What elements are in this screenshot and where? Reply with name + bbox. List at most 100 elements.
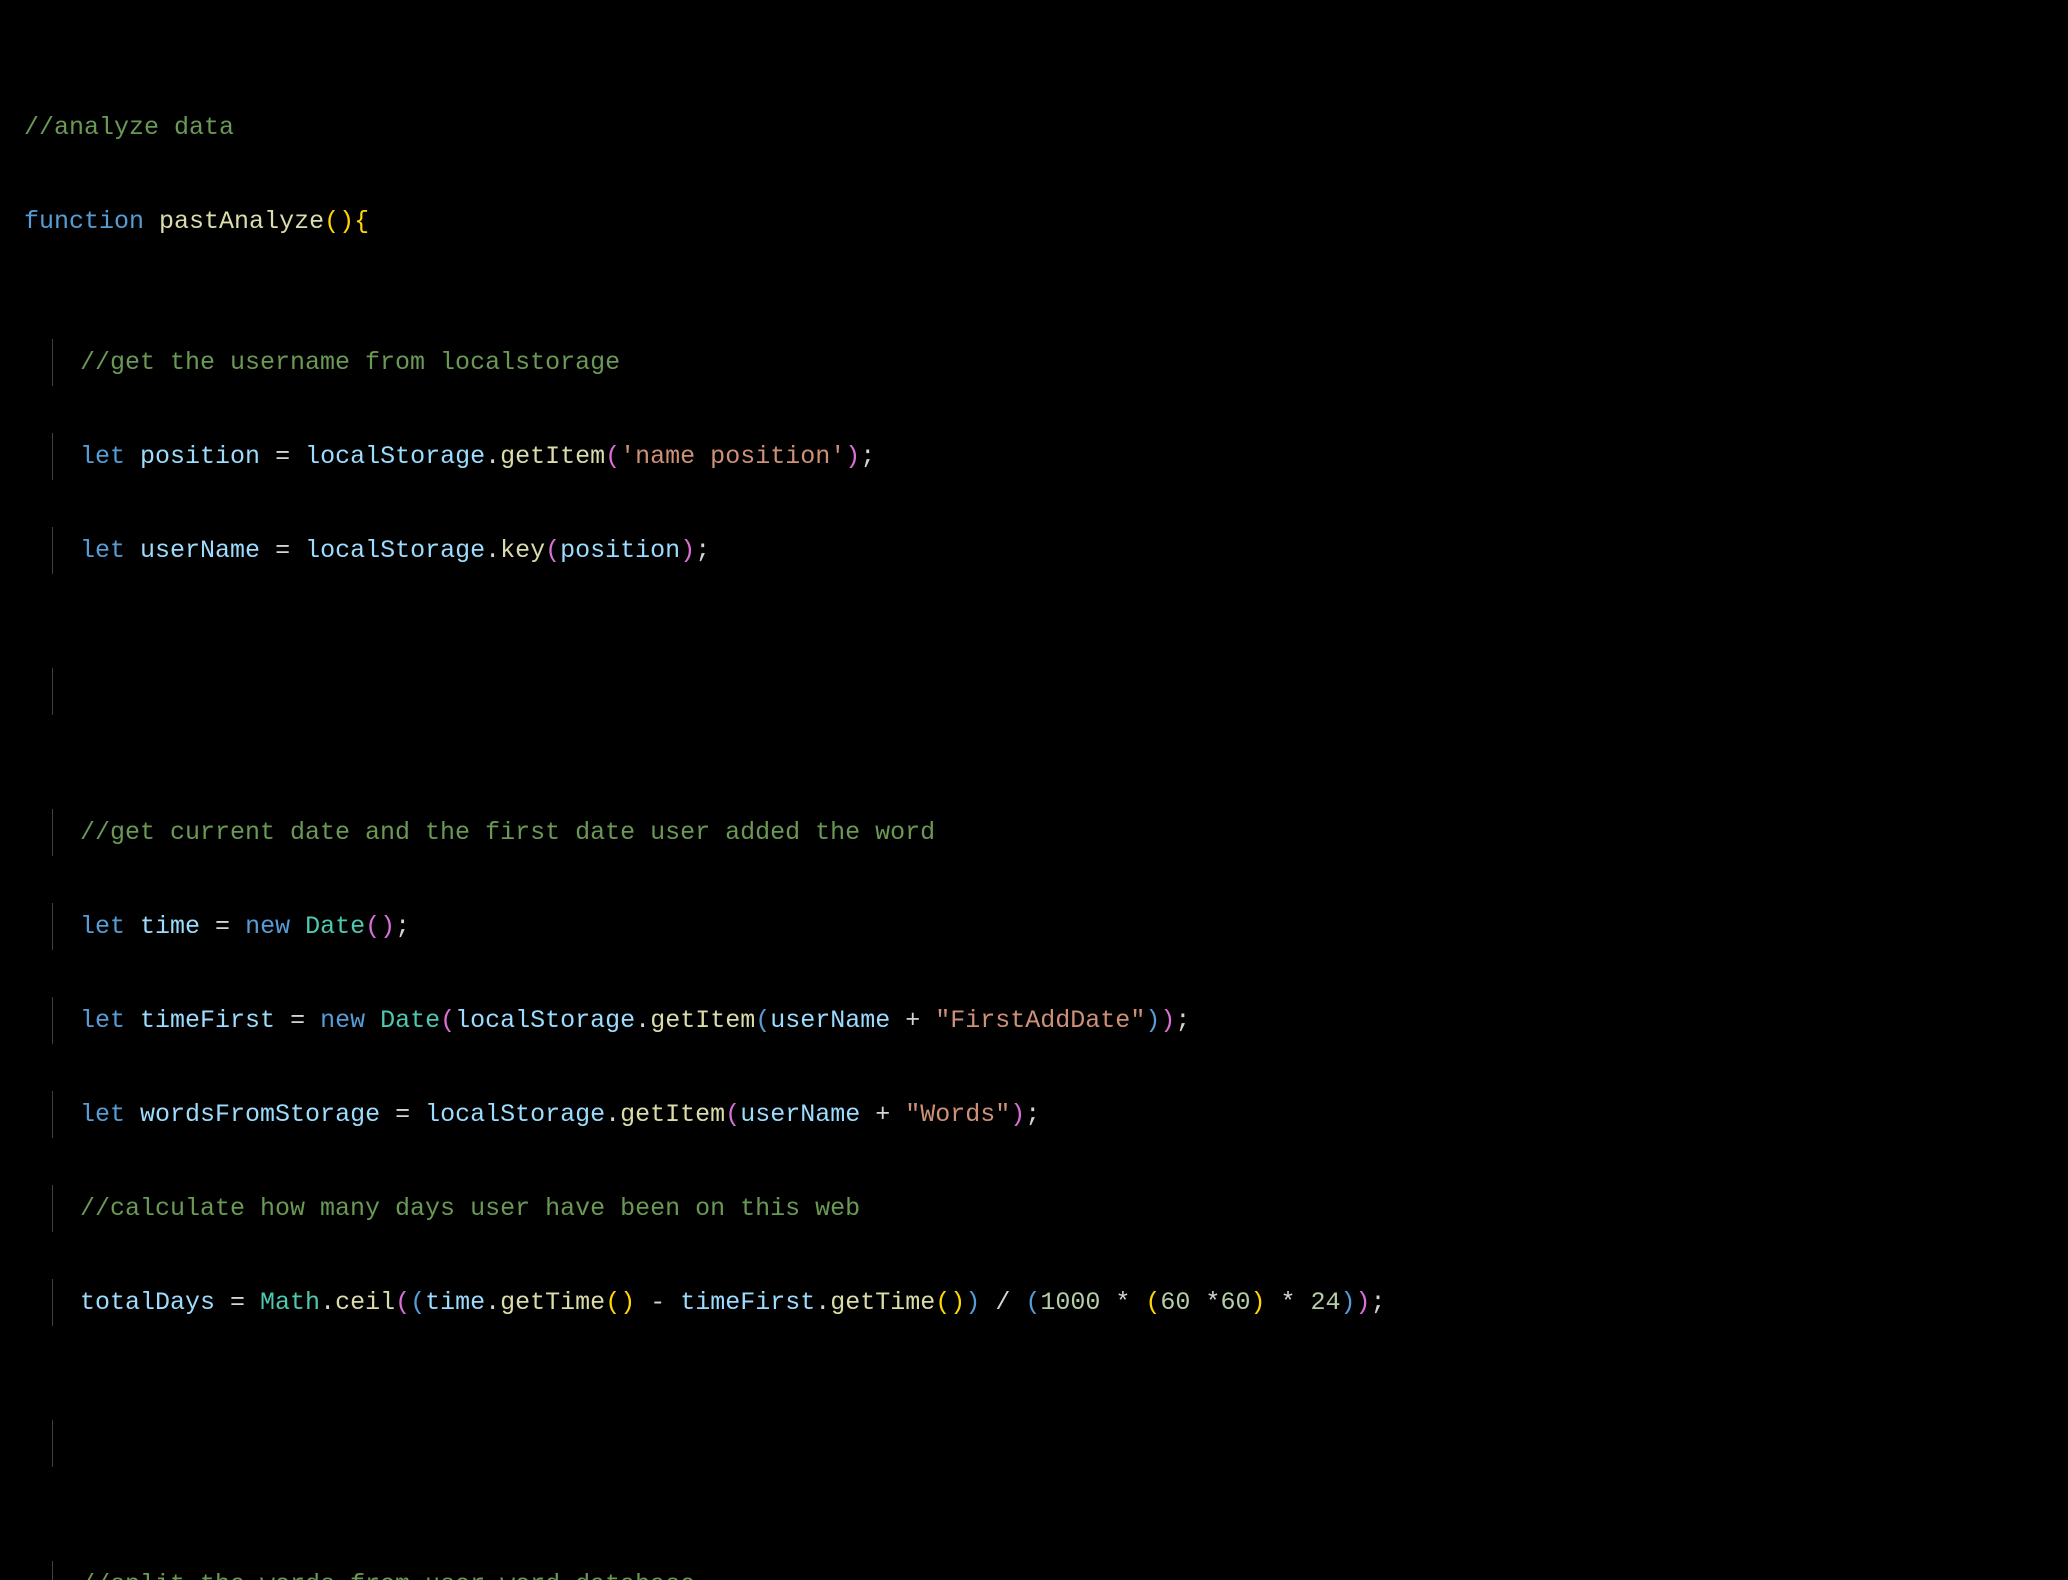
paren: ( bbox=[605, 442, 620, 471]
code-line: totalDays = Math.ceil((time.getTime() - … bbox=[24, 1279, 2068, 1326]
identifier: userName bbox=[770, 1006, 890, 1035]
code-line: //get current date and the first date us… bbox=[24, 809, 2068, 856]
paren: ) bbox=[1250, 1288, 1265, 1317]
punct: * bbox=[1190, 1288, 1220, 1317]
classname: Math bbox=[260, 1288, 320, 1317]
identifier: userName bbox=[140, 536, 260, 565]
classname: Date bbox=[380, 1006, 440, 1035]
string: 'name position' bbox=[620, 442, 845, 471]
code-line: let time = new Date(); bbox=[24, 903, 2068, 950]
keyword-let: let bbox=[80, 442, 125, 471]
punct: . bbox=[485, 536, 500, 565]
identifier: localStorage bbox=[305, 442, 485, 471]
punct: ; bbox=[1025, 1100, 1040, 1129]
method: getTime bbox=[830, 1288, 935, 1317]
paren: ( bbox=[1025, 1288, 1040, 1317]
paren: ( bbox=[1145, 1288, 1160, 1317]
code-line: function pastAnalyze(){ bbox=[24, 198, 2068, 245]
code-editor[interactable]: //analyze data function pastAnalyze(){ /… bbox=[0, 0, 2068, 1580]
brace: { bbox=[354, 207, 369, 236]
string: "Words" bbox=[905, 1100, 1010, 1129]
paren: ) bbox=[1341, 1288, 1356, 1317]
punct: ; bbox=[695, 536, 710, 565]
punct: * bbox=[1100, 1288, 1145, 1317]
identifier: timeFirst bbox=[680, 1288, 815, 1317]
paren: ( bbox=[395, 1288, 410, 1317]
punct: = bbox=[260, 442, 305, 471]
paren: ) bbox=[965, 1288, 980, 1317]
paren: ) bbox=[1160, 1006, 1175, 1035]
paren: ) bbox=[1356, 1288, 1371, 1317]
keyword-function: function bbox=[24, 207, 144, 236]
classname: Date bbox=[305, 912, 365, 941]
paren: ( bbox=[545, 536, 560, 565]
code-line: //split the words from user word databas… bbox=[24, 1561, 2068, 1580]
punct: - bbox=[635, 1288, 680, 1317]
method: getItem bbox=[650, 1006, 755, 1035]
punct: . bbox=[635, 1006, 650, 1035]
punct: ; bbox=[1175, 1006, 1190, 1035]
code-line: let userName = localStorage.key(position… bbox=[24, 527, 2068, 574]
punct: = bbox=[260, 536, 305, 565]
paren: ( bbox=[410, 1288, 425, 1317]
identifier: totalDays bbox=[80, 1288, 215, 1317]
function-name: pastAnalyze bbox=[159, 207, 324, 236]
punct: ; bbox=[395, 912, 410, 941]
blank-line bbox=[24, 668, 2068, 715]
comment: //analyze data bbox=[24, 113, 234, 142]
punct: / bbox=[980, 1288, 1025, 1317]
keyword-new: new bbox=[245, 912, 290, 941]
punct: . bbox=[320, 1288, 335, 1317]
punct: * bbox=[1265, 1288, 1310, 1317]
comment: //get the username from localstorage bbox=[80, 348, 620, 377]
punct: = bbox=[380, 1100, 425, 1129]
number: 1000 bbox=[1040, 1288, 1100, 1317]
punct: ; bbox=[1371, 1288, 1386, 1317]
paren: ( bbox=[440, 1006, 455, 1035]
paren: () bbox=[605, 1288, 635, 1317]
blank-line bbox=[24, 1420, 2068, 1467]
punct: + bbox=[860, 1100, 905, 1129]
identifier: localStorage bbox=[305, 536, 485, 565]
identifier: localStorage bbox=[455, 1006, 635, 1035]
keyword-let: let bbox=[80, 912, 125, 941]
punct: + bbox=[890, 1006, 935, 1035]
punct: . bbox=[605, 1100, 620, 1129]
code-line: //analyze data bbox=[24, 104, 2068, 151]
comment: //get current date and the first date us… bbox=[80, 818, 935, 847]
code-line: //calculate how many days user have been… bbox=[24, 1185, 2068, 1232]
punct: = bbox=[215, 1288, 260, 1317]
paren: () bbox=[935, 1288, 965, 1317]
code-line: let wordsFromStorage = localStorage.getI… bbox=[24, 1091, 2068, 1138]
keyword-new: new bbox=[320, 1006, 365, 1035]
punct: ; bbox=[860, 442, 875, 471]
method: getItem bbox=[620, 1100, 725, 1129]
keyword-let: let bbox=[80, 1006, 125, 1035]
method: key bbox=[500, 536, 545, 565]
identifier: userName bbox=[740, 1100, 860, 1129]
paren: ) bbox=[1145, 1006, 1160, 1035]
punct: = bbox=[200, 912, 245, 941]
keyword-let: let bbox=[80, 536, 125, 565]
string: "FirstAddDate" bbox=[935, 1006, 1145, 1035]
number: 24 bbox=[1310, 1288, 1340, 1317]
paren: () bbox=[365, 912, 395, 941]
number: 60 bbox=[1220, 1288, 1250, 1317]
paren: () bbox=[324, 207, 354, 236]
identifier: position bbox=[140, 442, 260, 471]
comment: //split the words from user word databas… bbox=[80, 1570, 695, 1580]
code-line: let position = localStorage.getItem('nam… bbox=[24, 433, 2068, 480]
identifier: wordsFromStorage bbox=[140, 1100, 380, 1129]
punct: . bbox=[815, 1288, 830, 1317]
code-line: //get the username from localstorage bbox=[24, 339, 2068, 386]
identifier: localStorage bbox=[425, 1100, 605, 1129]
paren: ) bbox=[680, 536, 695, 565]
method: getTime bbox=[500, 1288, 605, 1317]
paren: ) bbox=[845, 442, 860, 471]
punct: = bbox=[275, 1006, 320, 1035]
identifier: timeFirst bbox=[140, 1006, 275, 1035]
paren: ( bbox=[755, 1006, 770, 1035]
method: ceil bbox=[335, 1288, 395, 1317]
identifier: position bbox=[560, 536, 680, 565]
identifier: time bbox=[140, 912, 200, 941]
